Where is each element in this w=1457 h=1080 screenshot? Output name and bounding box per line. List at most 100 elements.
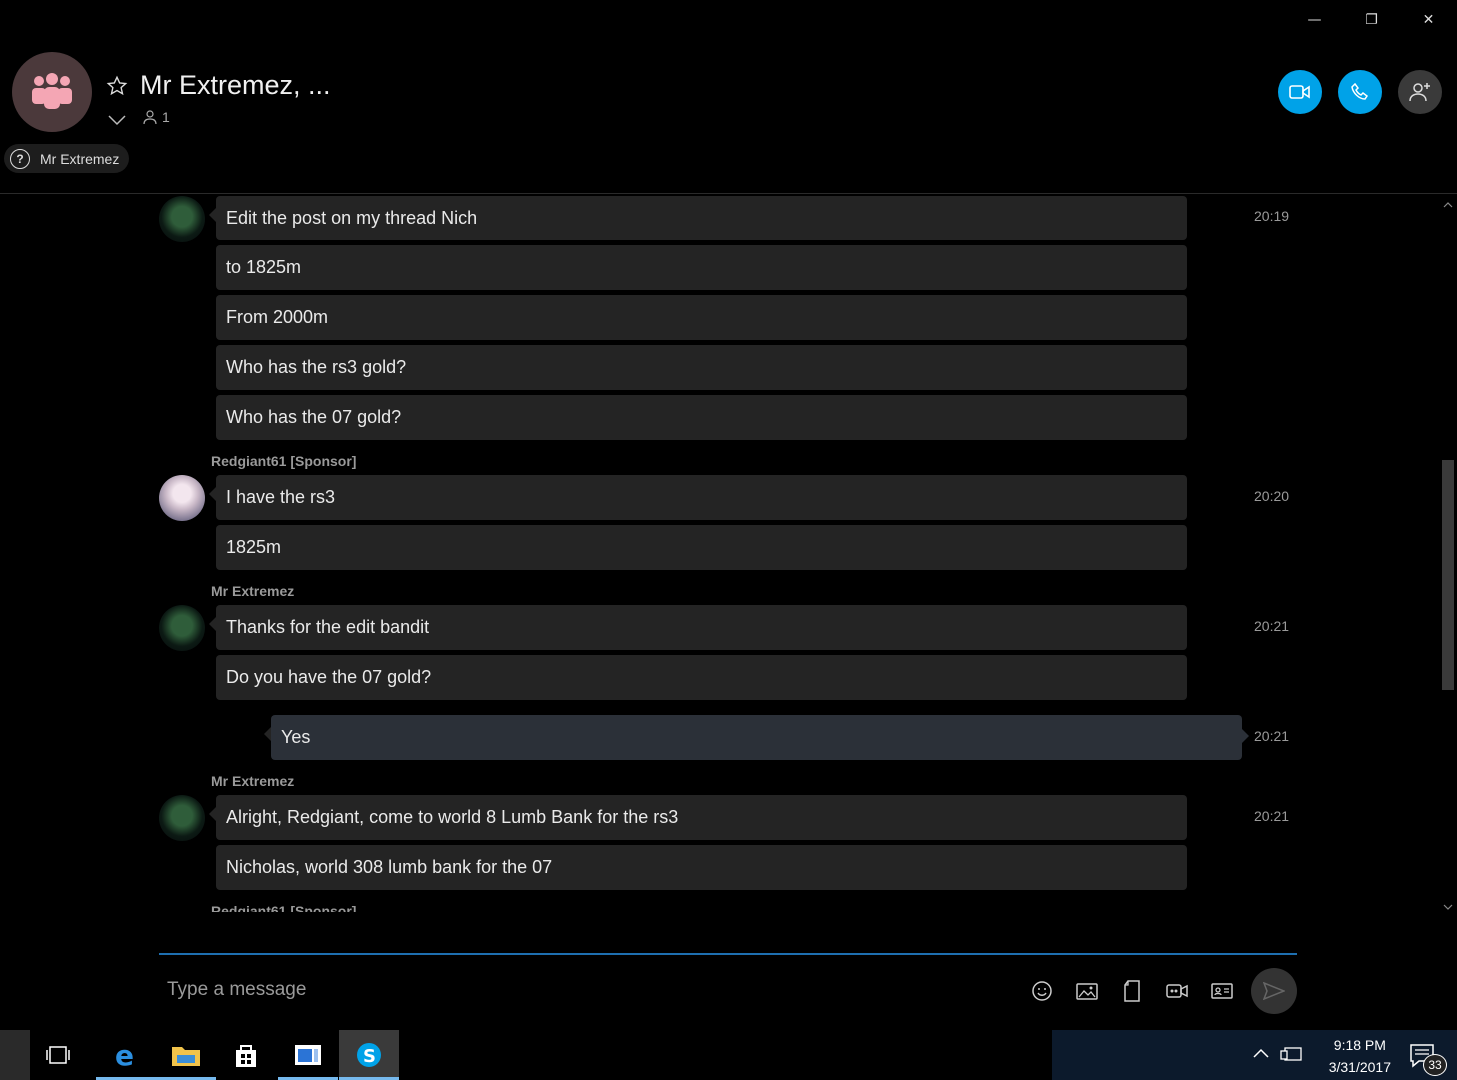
skype-icon: S	[357, 1043, 381, 1067]
composer-divider	[159, 953, 1297, 955]
taskbar-app-window[interactable]	[278, 1030, 338, 1080]
message-text: From 2000m	[226, 307, 329, 327]
send-button[interactable]	[1251, 968, 1297, 1014]
message-text: Thanks for the edit bandit	[226, 617, 430, 637]
clock-date: 3/31/2017	[1328, 1059, 1391, 1075]
participants-count[interactable]: 1	[162, 109, 170, 125]
message-text: I have the rs3	[226, 487, 336, 507]
add-person-icon	[1409, 83, 1430, 102]
clock-time: 9:18 PM	[1333, 1037, 1386, 1053]
message-text: Who has the 07 gold?	[226, 407, 402, 427]
help-icon: ?	[10, 148, 30, 169]
add-participants-button[interactable]	[1398, 70, 1442, 114]
send-icon	[1263, 982, 1285, 1000]
avatar-redgiant61[interactable]	[159, 475, 205, 521]
taskbar-store[interactable]	[216, 1030, 276, 1080]
audio-call-button[interactable]	[1338, 70, 1382, 114]
message-text: Who has the rs3 gold?	[226, 357, 407, 377]
taskbar-skype[interactable]: S	[339, 1030, 399, 1080]
send-file-button[interactable]	[1119, 978, 1145, 1004]
message-time: 20:21	[1254, 618, 1290, 634]
message-bubble[interactable]: Do you have the 07 gold?	[216, 655, 1187, 700]
window-app-icon	[295, 1045, 321, 1065]
send-image-button[interactable]	[1074, 978, 1100, 1004]
message-bubble[interactable]: Who has the rs3 gold?	[216, 345, 1187, 390]
message-bubble[interactable]: Thanks for the edit bandit	[209, 605, 1187, 650]
message-bubble[interactable]: Edit the post on my thread Nich	[209, 196, 1187, 240]
group-icon	[32, 73, 72, 109]
minimize-button[interactable]: —	[1286, 0, 1343, 40]
svg-text:e: e	[115, 1041, 134, 1069]
folder-icon	[172, 1047, 200, 1066]
message-text: Yes	[281, 727, 311, 747]
close-button[interactable]: ✕	[1400, 0, 1457, 40]
taskbar-edge-browser[interactable]: e	[96, 1030, 156, 1080]
task-view-button[interactable]	[30, 1030, 86, 1080]
video-message-button[interactable]	[1164, 978, 1190, 1004]
avatar-mr-extremez[interactable]	[159, 196, 205, 242]
message-sender[interactable]: Redgiant61 [Sponsor]	[211, 903, 356, 912]
svg-text:S: S	[363, 1046, 376, 1067]
file-icon	[1124, 980, 1140, 1002]
my-message-bubble[interactable]: Yes	[264, 715, 1249, 760]
network-icon[interactable]	[1280, 1046, 1302, 1062]
message-text: to 1825m	[226, 257, 302, 277]
message-bubble[interactable]: Nicholas, world 308 lumb bank for the 07	[216, 845, 1187, 890]
avatar-mr-extremez[interactable]	[159, 605, 205, 651]
message-bubble[interactable]: From 2000m	[216, 295, 1187, 340]
message-bubble[interactable]: Alright, Redgiant, come to world 8 Lumb …	[209, 795, 1187, 840]
window-controls: — ❐ ✕	[1286, 0, 1457, 40]
restore-button[interactable]: ❐	[1343, 0, 1400, 40]
message-bubble[interactable]: Who has the 07 gold?	[216, 395, 1187, 440]
chevron-down-icon[interactable]	[108, 114, 126, 126]
message-text: 1825m	[226, 537, 282, 557]
scroll-down-icon[interactable]	[1441, 902, 1455, 912]
message-time: 20:21	[1254, 808, 1290, 824]
message-sender[interactable]: Mr Extremez	[211, 583, 294, 599]
participants-icon	[143, 110, 157, 125]
video-call-button[interactable]	[1278, 70, 1322, 114]
image-icon	[1076, 983, 1098, 1000]
taskbar: e S 9:18 PM 3/31/2017 33	[0, 1030, 1457, 1080]
message-text: Edit the post on my thread Nich	[226, 207, 478, 228]
message-time: 20:21	[1254, 728, 1290, 744]
taskbar-clock[interactable]: 9:18 PM 3/31/2017	[1329, 1034, 1391, 1078]
message-bubble[interactable]: to 1825m	[216, 245, 1187, 290]
task-view-icon	[46, 1046, 70, 1064]
send-contact-button[interactable]	[1209, 978, 1235, 1004]
system-tray: 9:18 PM 3/31/2017 33	[1052, 1030, 1457, 1080]
scroll-thumb[interactable]	[1442, 460, 1454, 690]
contact-card-icon	[1211, 983, 1233, 999]
group-avatar[interactable]	[12, 52, 92, 132]
favorite-star-icon[interactable]	[106, 75, 128, 97]
emoticon-button[interactable]	[1029, 978, 1055, 1004]
notification-badge: 33	[1423, 1054, 1447, 1076]
participant-pill[interactable]: ? Mr Extremez	[4, 144, 130, 173]
phone-icon	[1351, 83, 1369, 100]
chat-history[interactable]: Edit the post on my thread Nich 20:19 to…	[0, 194, 1440, 912]
video-camera-icon	[1289, 85, 1310, 99]
message-sender[interactable]: Mr Extremez	[211, 773, 294, 789]
scroll-up-icon[interactable]	[1441, 200, 1455, 210]
message-bubble[interactable]: 1825m	[216, 525, 1187, 570]
avatar-mr-extremez[interactable]	[159, 795, 205, 841]
conversation-subtitle: 1	[108, 108, 170, 126]
message-sender[interactable]: Redgiant61 [Sponsor]	[211, 453, 356, 469]
message-text: Do you have the 07 gold?	[226, 667, 432, 687]
taskbar-edge	[0, 1030, 30, 1080]
message-time: 20:20	[1254, 488, 1290, 504]
edge-icon: e	[115, 1041, 134, 1069]
conversation-title-row: Mr Extremez, ...	[106, 70, 331, 101]
message-time: 20:19	[1254, 208, 1290, 224]
video-message-icon	[1166, 984, 1188, 998]
smiley-icon	[1032, 981, 1052, 1001]
message-bubble[interactable]: I have the rs3	[209, 475, 1187, 520]
taskbar-file-explorer[interactable]	[156, 1030, 216, 1080]
store-icon	[236, 1045, 256, 1067]
show-hidden-icons-icon[interactable]	[1252, 1046, 1270, 1060]
message-input[interactable]	[159, 970, 999, 1010]
conversation-title[interactable]: Mr Extremez, ...	[140, 70, 331, 101]
message-text: Nicholas, world 308 lumb bank for the 07	[226, 857, 553, 877]
participant-pill-label: Mr Extremez	[40, 150, 120, 167]
message-text: Alright, Redgiant, come to world 8 Lumb …	[226, 807, 679, 827]
